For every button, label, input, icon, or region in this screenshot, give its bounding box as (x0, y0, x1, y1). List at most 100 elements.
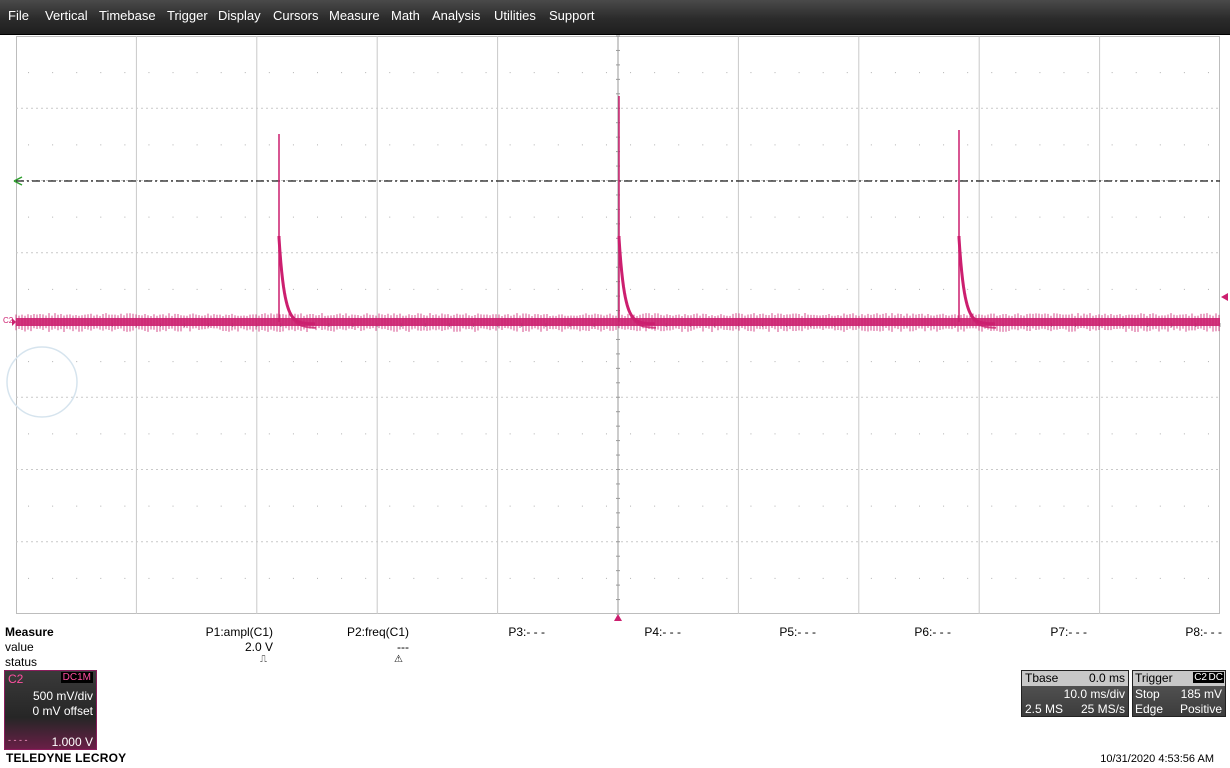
grid-dot (630, 361, 632, 363)
grid-dot (533, 288, 535, 290)
timebase-rate: 25 MS/s (1080, 702, 1125, 716)
grid-dot (220, 72, 222, 74)
grid-dot (1111, 144, 1113, 146)
grid-dot (846, 216, 848, 218)
measure-param-name: P3:- - - (508, 625, 545, 639)
grid-dot (437, 577, 439, 579)
grid-dot (485, 144, 487, 146)
grid-dot (148, 433, 150, 435)
grid-dot (678, 577, 680, 579)
grid-dot (533, 361, 535, 363)
grid-dot (726, 361, 728, 363)
grid-dot (581, 72, 583, 74)
grid-dot (630, 288, 632, 290)
grid-dot (557, 288, 559, 290)
grid-dot (28, 288, 30, 290)
grid-dot (1159, 72, 1161, 74)
grid-dot (28, 505, 30, 507)
grid-dot (437, 72, 439, 74)
grid-dot (774, 505, 776, 507)
grid-dot (919, 361, 920, 363)
grid-dot (870, 505, 872, 507)
trigger-type: Edge (1135, 702, 1164, 716)
grid-dot (1159, 505, 1161, 507)
grid-dot (28, 216, 30, 218)
grid-dot (581, 216, 583, 218)
grid-dot (1087, 72, 1089, 74)
grid-dot (268, 433, 270, 435)
grid-dot (365, 361, 367, 363)
grid-dot (124, 361, 126, 363)
grid-dot (172, 288, 174, 290)
grid-dot (726, 577, 728, 579)
grid-dot (654, 361, 656, 363)
grid-dot (1135, 216, 1137, 218)
grid-dot (894, 144, 896, 146)
grid-dot (100, 361, 102, 363)
grid-dot (148, 216, 150, 218)
measure-param-name: P2:freq(C1) (346, 625, 409, 639)
grid-dot (581, 144, 583, 146)
grid-dot (750, 144, 752, 146)
grid-dot (124, 577, 126, 579)
grid-dot (798, 577, 800, 579)
grid-dot (172, 577, 174, 579)
pulse-decay (617, 236, 655, 326)
grid-dot (244, 216, 246, 218)
grid-dot (461, 505, 463, 507)
grid-dot (774, 288, 776, 290)
grid-dot (630, 72, 632, 74)
grid-dot (1015, 433, 1017, 435)
grid-dot (894, 288, 896, 290)
grid-dot (268, 72, 270, 74)
grid-dot (919, 216, 920, 218)
grid-dot (943, 505, 945, 507)
grid-dot (605, 216, 607, 218)
grid-dot (533, 216, 535, 218)
grid-dot (1207, 72, 1209, 74)
grid-dot (317, 505, 318, 507)
grid-dot (870, 433, 872, 435)
grid-dot (630, 216, 632, 218)
grid-dot (726, 144, 728, 146)
channel-c2-descriptor[interactable]: C2 DC1M 500 mV/div 0 mV offset - - - - 1… (4, 670, 97, 750)
trigger-descriptor[interactable]: Trigger C2 DC Stop 185 mV Edge Positive (1132, 670, 1226, 717)
grid-dot (244, 433, 246, 435)
grid-dot (1039, 288, 1041, 290)
grid-dot (413, 216, 415, 218)
grid-dot (967, 577, 969, 579)
grid-dot (1063, 433, 1065, 435)
grid-dot (341, 433, 343, 435)
grid-dot (28, 144, 30, 146)
grid-dot (557, 433, 559, 435)
grid-dot (52, 505, 54, 507)
grid-dot (172, 433, 174, 435)
measure-param-value: --- (397, 640, 409, 654)
zoom-circle (6, 346, 78, 418)
grid-dot (1183, 216, 1185, 218)
grid-dot (991, 361, 993, 363)
grid-dot (822, 361, 824, 363)
grid-dot (1135, 144, 1137, 146)
grid-dot (100, 216, 102, 218)
grid-dot (100, 288, 102, 290)
grid-dot (148, 361, 150, 363)
grid-dot (196, 72, 198, 74)
grid-dot (750, 216, 752, 218)
timebase-descriptor[interactable]: Tbase 0.0 ms 10.0 ms/div 2.5 MS 25 MS/s (1021, 670, 1129, 717)
grid-dot (1135, 433, 1137, 435)
grid-dot (798, 216, 800, 218)
grid-dot (461, 216, 463, 218)
grid-dot (389, 288, 391, 290)
grid-dot (1087, 433, 1089, 435)
grid-dot (268, 361, 270, 363)
grid-dot (1039, 361, 1041, 363)
grid-dot (533, 577, 535, 579)
grid-dot (991, 144, 993, 146)
grid-dot (991, 505, 993, 507)
grid-dot (341, 505, 343, 507)
grid-dot (485, 433, 487, 435)
grid-dot (413, 144, 415, 146)
grid-dot (894, 505, 896, 507)
grid-dot (1159, 361, 1161, 363)
